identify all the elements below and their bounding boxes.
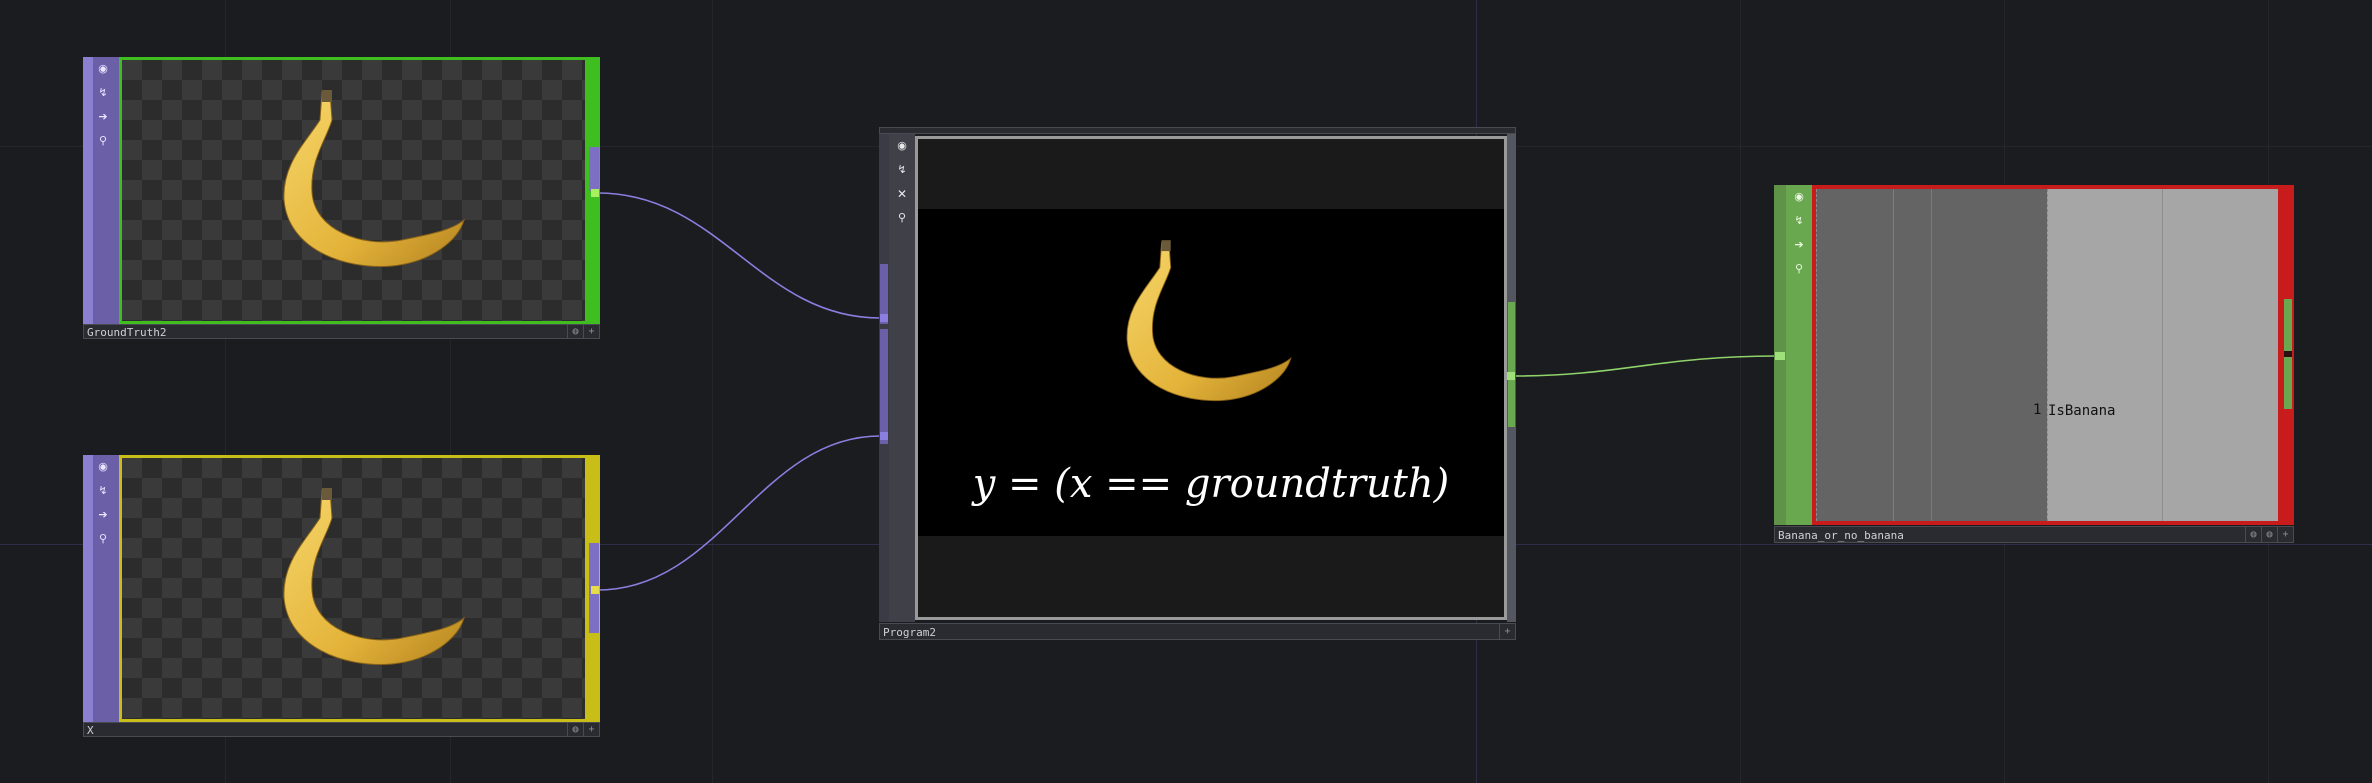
input-connector[interactable] xyxy=(880,329,888,444)
node-label[interactable]: Banana_or_no_banana ◍ ◍ + xyxy=(1774,526,2294,543)
export-icon[interactable]: ➔ xyxy=(96,110,110,124)
bypass-icon[interactable]: ↯ xyxy=(96,484,110,498)
settings-icon[interactable]: ◍ xyxy=(2245,527,2261,542)
node-toolbar: ◉ ↯ ✕ ⚲ xyxy=(889,134,915,622)
output-connector[interactable] xyxy=(2284,357,2292,409)
node-label[interactable]: GroundTruth2 ◍ + xyxy=(83,324,600,339)
export-icon[interactable]: ➔ xyxy=(96,508,110,522)
input-port[interactable] xyxy=(880,432,888,440)
add-icon[interactable]: + xyxy=(2277,527,2293,542)
wire-program-to-chop[interactable] xyxy=(1513,355,1777,377)
lock-icon[interactable]: ⚲ xyxy=(96,134,110,148)
viewer-icon[interactable]: ◉ xyxy=(96,460,110,474)
grid-line xyxy=(1816,189,1818,521)
viewer-icon[interactable]: ◉ xyxy=(895,139,909,153)
texture-viewer[interactable] xyxy=(119,57,588,324)
connector-gap xyxy=(2284,351,2292,357)
output-connector[interactable] xyxy=(589,147,599,191)
banana-image xyxy=(1126,240,1292,402)
add-icon[interactable]: + xyxy=(1499,624,1515,639)
letterbox-top xyxy=(918,139,1504,209)
chop-node[interactable]: ◉ ↯ ➔ ⚲ 1 IsBanana Banana_or_no_banana ◍… xyxy=(1774,185,2294,543)
settings-icon[interactable]: ◍ xyxy=(567,723,583,736)
program-output: y = (x == groundtruth) xyxy=(918,209,1504,536)
input-strip xyxy=(1774,185,1786,525)
node-name: X xyxy=(87,724,94,737)
grid-line xyxy=(1740,0,1741,783)
letterbox-bottom xyxy=(918,536,1504,617)
node-toolbar: ◉ ↯ ➔ ⚲ xyxy=(1786,185,1812,525)
texture-viewer[interactable] xyxy=(119,455,588,722)
texture-viewer[interactable]: y = (x == groundtruth) xyxy=(915,136,1507,620)
node-header xyxy=(879,127,1516,134)
add-icon[interactable]: + xyxy=(583,723,599,736)
export-icon[interactable]: ➔ xyxy=(1792,238,1806,252)
bypass-icon[interactable]: ↯ xyxy=(96,86,110,100)
grid-line xyxy=(1931,189,1932,521)
input-port[interactable] xyxy=(880,314,888,322)
viewer-icon[interactable]: ◉ xyxy=(1792,190,1806,204)
bypass-icon[interactable]: ↯ xyxy=(895,163,909,177)
x-node[interactable]: ◉ ↯ ➔ ⚲ X ◍ + xyxy=(83,455,600,742)
output-port[interactable] xyxy=(591,189,599,197)
input-strip xyxy=(879,134,889,622)
bypass-icon[interactable]: ↯ xyxy=(1792,214,1806,228)
formula-text: y = (x == groundtruth) xyxy=(972,461,1450,507)
grid-line xyxy=(1893,189,1894,521)
groundtruth-node[interactable]: ◉ ↯ ➔ ⚲ GroundTruth2 ◍ + xyxy=(83,57,600,344)
channel-value: 1 xyxy=(2033,402,2042,418)
chop-viewer[interactable]: 1 IsBanana xyxy=(1812,185,2282,525)
lock-icon[interactable]: ⚲ xyxy=(895,211,909,225)
channel-graph-high xyxy=(2047,189,2278,521)
lock-icon[interactable]: ⚲ xyxy=(96,532,110,546)
node-toolbar: ◉ ↯ ➔ ⚲ xyxy=(83,455,120,722)
output-connector[interactable] xyxy=(1508,302,1515,427)
viewer-icon[interactable]: ◉ xyxy=(96,62,110,76)
banana-image xyxy=(283,488,465,665)
node-name: GroundTruth2 xyxy=(87,326,167,339)
input-strip xyxy=(83,455,93,722)
input-strip xyxy=(83,57,93,324)
output-flag[interactable] xyxy=(2282,185,2294,525)
channel-graph-low xyxy=(1816,189,2047,521)
input-connector[interactable] xyxy=(1775,352,1785,360)
viewer-toggle-icon[interactable]: ◍ xyxy=(2261,527,2277,542)
close-icon[interactable]: ✕ xyxy=(895,187,909,201)
node-toolbar: ◉ ↯ ➔ ⚲ xyxy=(83,57,120,324)
output-port[interactable] xyxy=(591,586,599,594)
grid-line xyxy=(2047,189,2049,521)
lock-icon[interactable]: ⚲ xyxy=(1792,262,1806,276)
node-label[interactable]: X ◍ + xyxy=(83,722,600,737)
wire-x-to-program[interactable] xyxy=(597,435,881,591)
grid-line xyxy=(712,0,713,783)
output-port[interactable] xyxy=(1507,372,1515,380)
banana-image xyxy=(283,90,465,267)
grid-line xyxy=(2162,189,2163,521)
node-label[interactable]: Program2 + xyxy=(879,623,1516,640)
output-connector[interactable] xyxy=(2284,299,2292,351)
program-node[interactable]: ◉ ↯ ✕ ⚲ y = (x == groundtruth) Program2 … xyxy=(879,127,1516,645)
wire-groundtruth-to-program[interactable] xyxy=(597,192,881,319)
add-icon[interactable]: + xyxy=(583,325,599,338)
node-name: Banana_or_no_banana xyxy=(1778,529,1904,542)
settings-icon[interactable]: ◍ xyxy=(567,325,583,338)
channel-name: IsBanana xyxy=(2048,403,2116,419)
node-name: Program2 xyxy=(883,626,936,639)
